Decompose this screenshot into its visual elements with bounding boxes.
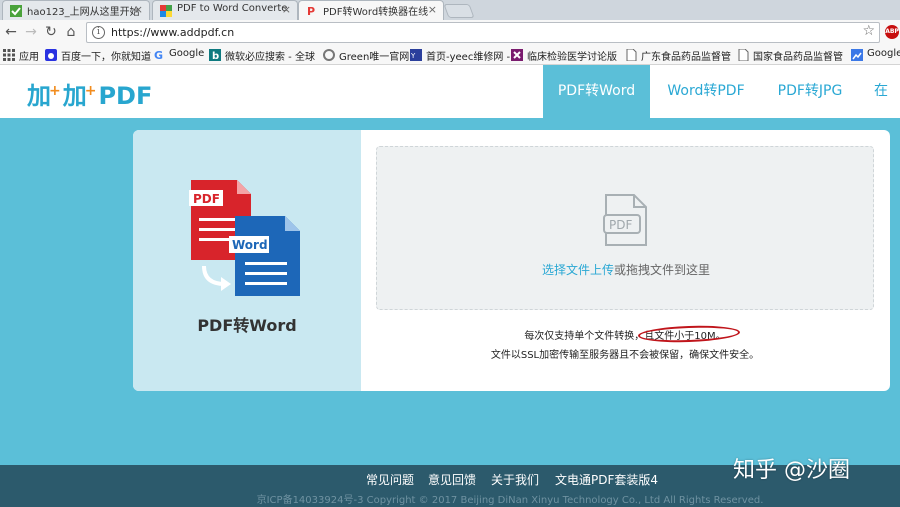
green-circle-icon xyxy=(323,49,335,61)
close-tab-icon[interactable]: × xyxy=(134,3,143,16)
bookmark-label: 微软必应搜索 - 全球 xyxy=(225,52,315,63)
logo-pdf: PDF xyxy=(98,82,153,110)
logo-plus: + xyxy=(49,83,61,99)
browser-tab-pdf-to-word[interactable]: PDF to Word Converte × xyxy=(152,0,298,20)
bookmark-label: 百度一下，你就知道 xyxy=(61,52,151,63)
nav-pdf-to-jpg[interactable]: PDF转JPG xyxy=(762,65,858,118)
pdf-to-word-illustration-icon: PDF Word xyxy=(189,180,300,296)
bookmark-google[interactable]: G Google xyxy=(153,48,205,61)
converter-card: PDF Word PDF转Word PDF 选择文件上传或拖拽文件到这里 每次仅… xyxy=(133,130,890,391)
new-tab-button[interactable] xyxy=(443,4,475,18)
bookmark-yeec[interactable]: Y 首页-yeec维修网 - xyxy=(410,48,510,63)
bookmark-label: Google xyxy=(867,48,900,59)
word-badge-text: Word xyxy=(232,238,268,252)
bookmark-label: 首页-yeec维修网 - xyxy=(426,52,511,63)
page-icon xyxy=(738,49,749,61)
converter-title: PDF转Word xyxy=(197,316,297,335)
adblock-plus-icon[interactable]: ABP xyxy=(885,25,899,39)
hao123-favicon-icon xyxy=(10,5,22,17)
reload-icon[interactable]: ↻ xyxy=(42,23,60,41)
pdf-badge-text: PDF xyxy=(193,192,220,206)
tab-label: hao123_上网从这里开始 xyxy=(27,7,140,18)
bing-icon: b xyxy=(209,49,221,61)
upload-hint: 选择文件上传或拖拽文件到这里 xyxy=(377,261,875,278)
address-bar[interactable]: i https://www.addpdf.cn ☆ xyxy=(86,22,880,43)
bookmark-star-icon[interactable]: ☆ xyxy=(862,23,875,39)
apps-grid-icon xyxy=(3,49,15,61)
zhihu-watermark: 知乎 @沙圈 xyxy=(733,458,850,483)
footer-link-about[interactable]: 关于我们 xyxy=(491,471,539,488)
logo-char: 加 xyxy=(27,82,51,110)
drag-hint-text: 或拖拽文件到这里 xyxy=(614,263,711,277)
home-icon[interactable]: ⌂ xyxy=(62,23,80,41)
site-info-icon[interactable]: i xyxy=(92,26,105,39)
file-limit-note: 每次仅支持单个文件转换，且文件小于10M。 xyxy=(524,331,726,342)
bookmark-label: Green唯一官网 xyxy=(339,52,410,63)
nav-pdf-to-word[interactable]: PDF转Word xyxy=(543,65,650,118)
forward-arrow-icon[interactable]: → xyxy=(22,23,40,41)
addpdf-logo[interactable]: 加+加+PDF xyxy=(27,76,152,111)
bookmark-apps[interactable]: 应用 xyxy=(3,48,39,63)
logo-char: 加 xyxy=(62,82,87,110)
select-file-link[interactable]: 选择文件上传 xyxy=(542,263,614,277)
logo-plus: + xyxy=(84,83,97,99)
nav-word-to-pdf[interactable]: Word转PDF xyxy=(650,65,762,118)
clinical-forum-icon xyxy=(511,49,523,61)
bookmarks-bar: 应用 百度一下，你就知道 G Google b 微软必应搜索 - 全球 Gree… xyxy=(0,45,900,65)
browser-tab-hao123[interactable]: hao123_上网从这里开始 × xyxy=(2,0,150,20)
multicolor-favicon-icon xyxy=(160,5,172,17)
browser-tab-strip: hao123_上网从这里开始 × PDF to Word Converte × … xyxy=(0,0,900,20)
close-tab-icon[interactable]: × xyxy=(428,3,437,16)
bookmark-bing[interactable]: b 微软必应搜索 - 全球 xyxy=(209,48,315,63)
footer-link-faq[interactable]: 常见问题 xyxy=(366,471,414,488)
bookmark-gd-fda[interactable]: 广东食品药品监督管 xyxy=(625,48,731,63)
yeec-icon: Y xyxy=(410,49,422,61)
pdf-file-icon-label: PDF xyxy=(609,218,632,232)
svg-text:Y: Y xyxy=(410,52,416,60)
bookmark-label: 临床检验医学讨论版 xyxy=(527,52,617,63)
browser-toolbar: ← → ↻ ⌂ i https://www.addpdf.cn ☆ xyxy=(0,20,900,45)
url-text[interactable]: https://www.addpdf.cn xyxy=(111,26,234,39)
tab-label: PDF转Word转换器在线 xyxy=(323,7,429,18)
back-arrow-icon[interactable]: ← xyxy=(2,23,20,41)
baidu-paw-icon xyxy=(45,49,57,61)
bookmark-label: 广东食品药品监督管 xyxy=(641,52,731,63)
security-note: 文件以SSL加密传输至服务器且不会被保留，确保文件安全。 xyxy=(490,350,760,361)
copyright-text: 京ICP备14033924号-3 Copyright © 2017 Beijin… xyxy=(256,495,764,506)
page-icon xyxy=(626,49,637,61)
bookmark-baidu[interactable]: 百度一下，你就知道 xyxy=(45,48,151,63)
file-drop-zone[interactable]: PDF 选择文件上传或拖拽文件到这里 xyxy=(376,146,874,310)
pdf-file-icon: PDF xyxy=(603,194,647,246)
bookmark-national-fda[interactable]: 国家食品药品监督管 xyxy=(737,48,843,63)
site-header: 加+加+PDF PDF转Word Word转PDF PDF转JPG 在线 xyxy=(0,65,900,152)
footer-link-suite[interactable]: 文电通PDF套装版4 xyxy=(555,471,658,488)
footer-link-feedback[interactable]: 意见回馈 xyxy=(428,471,476,488)
bookmark-google-2[interactable]: Google xyxy=(851,48,900,61)
google-g-icon: G xyxy=(154,49,163,61)
svg-text:b: b xyxy=(212,51,219,61)
bookmark-clinical[interactable]: 临床检验医学讨论版 xyxy=(511,48,617,63)
bookmark-label: 应用 xyxy=(19,52,39,63)
nav-online[interactable]: 在线 xyxy=(862,65,900,152)
google-image-icon xyxy=(851,49,863,61)
svg-text:P: P xyxy=(307,5,315,17)
svg-text:G: G xyxy=(154,49,163,61)
browser-tab-addpdf[interactable]: P PDF转Word转换器在线 × xyxy=(298,0,444,20)
addpdf-favicon-icon: P xyxy=(307,5,315,17)
tab-label: PDF to Word Converte xyxy=(177,3,288,14)
bookmark-label: 国家食品药品监督管 xyxy=(753,52,843,63)
bookmark-label: Google xyxy=(169,48,205,59)
converter-info-panel: PDF Word PDF转Word xyxy=(133,130,361,391)
close-tab-icon[interactable]: × xyxy=(282,3,291,16)
bookmark-green[interactable]: Green唯一官网 xyxy=(323,48,409,63)
